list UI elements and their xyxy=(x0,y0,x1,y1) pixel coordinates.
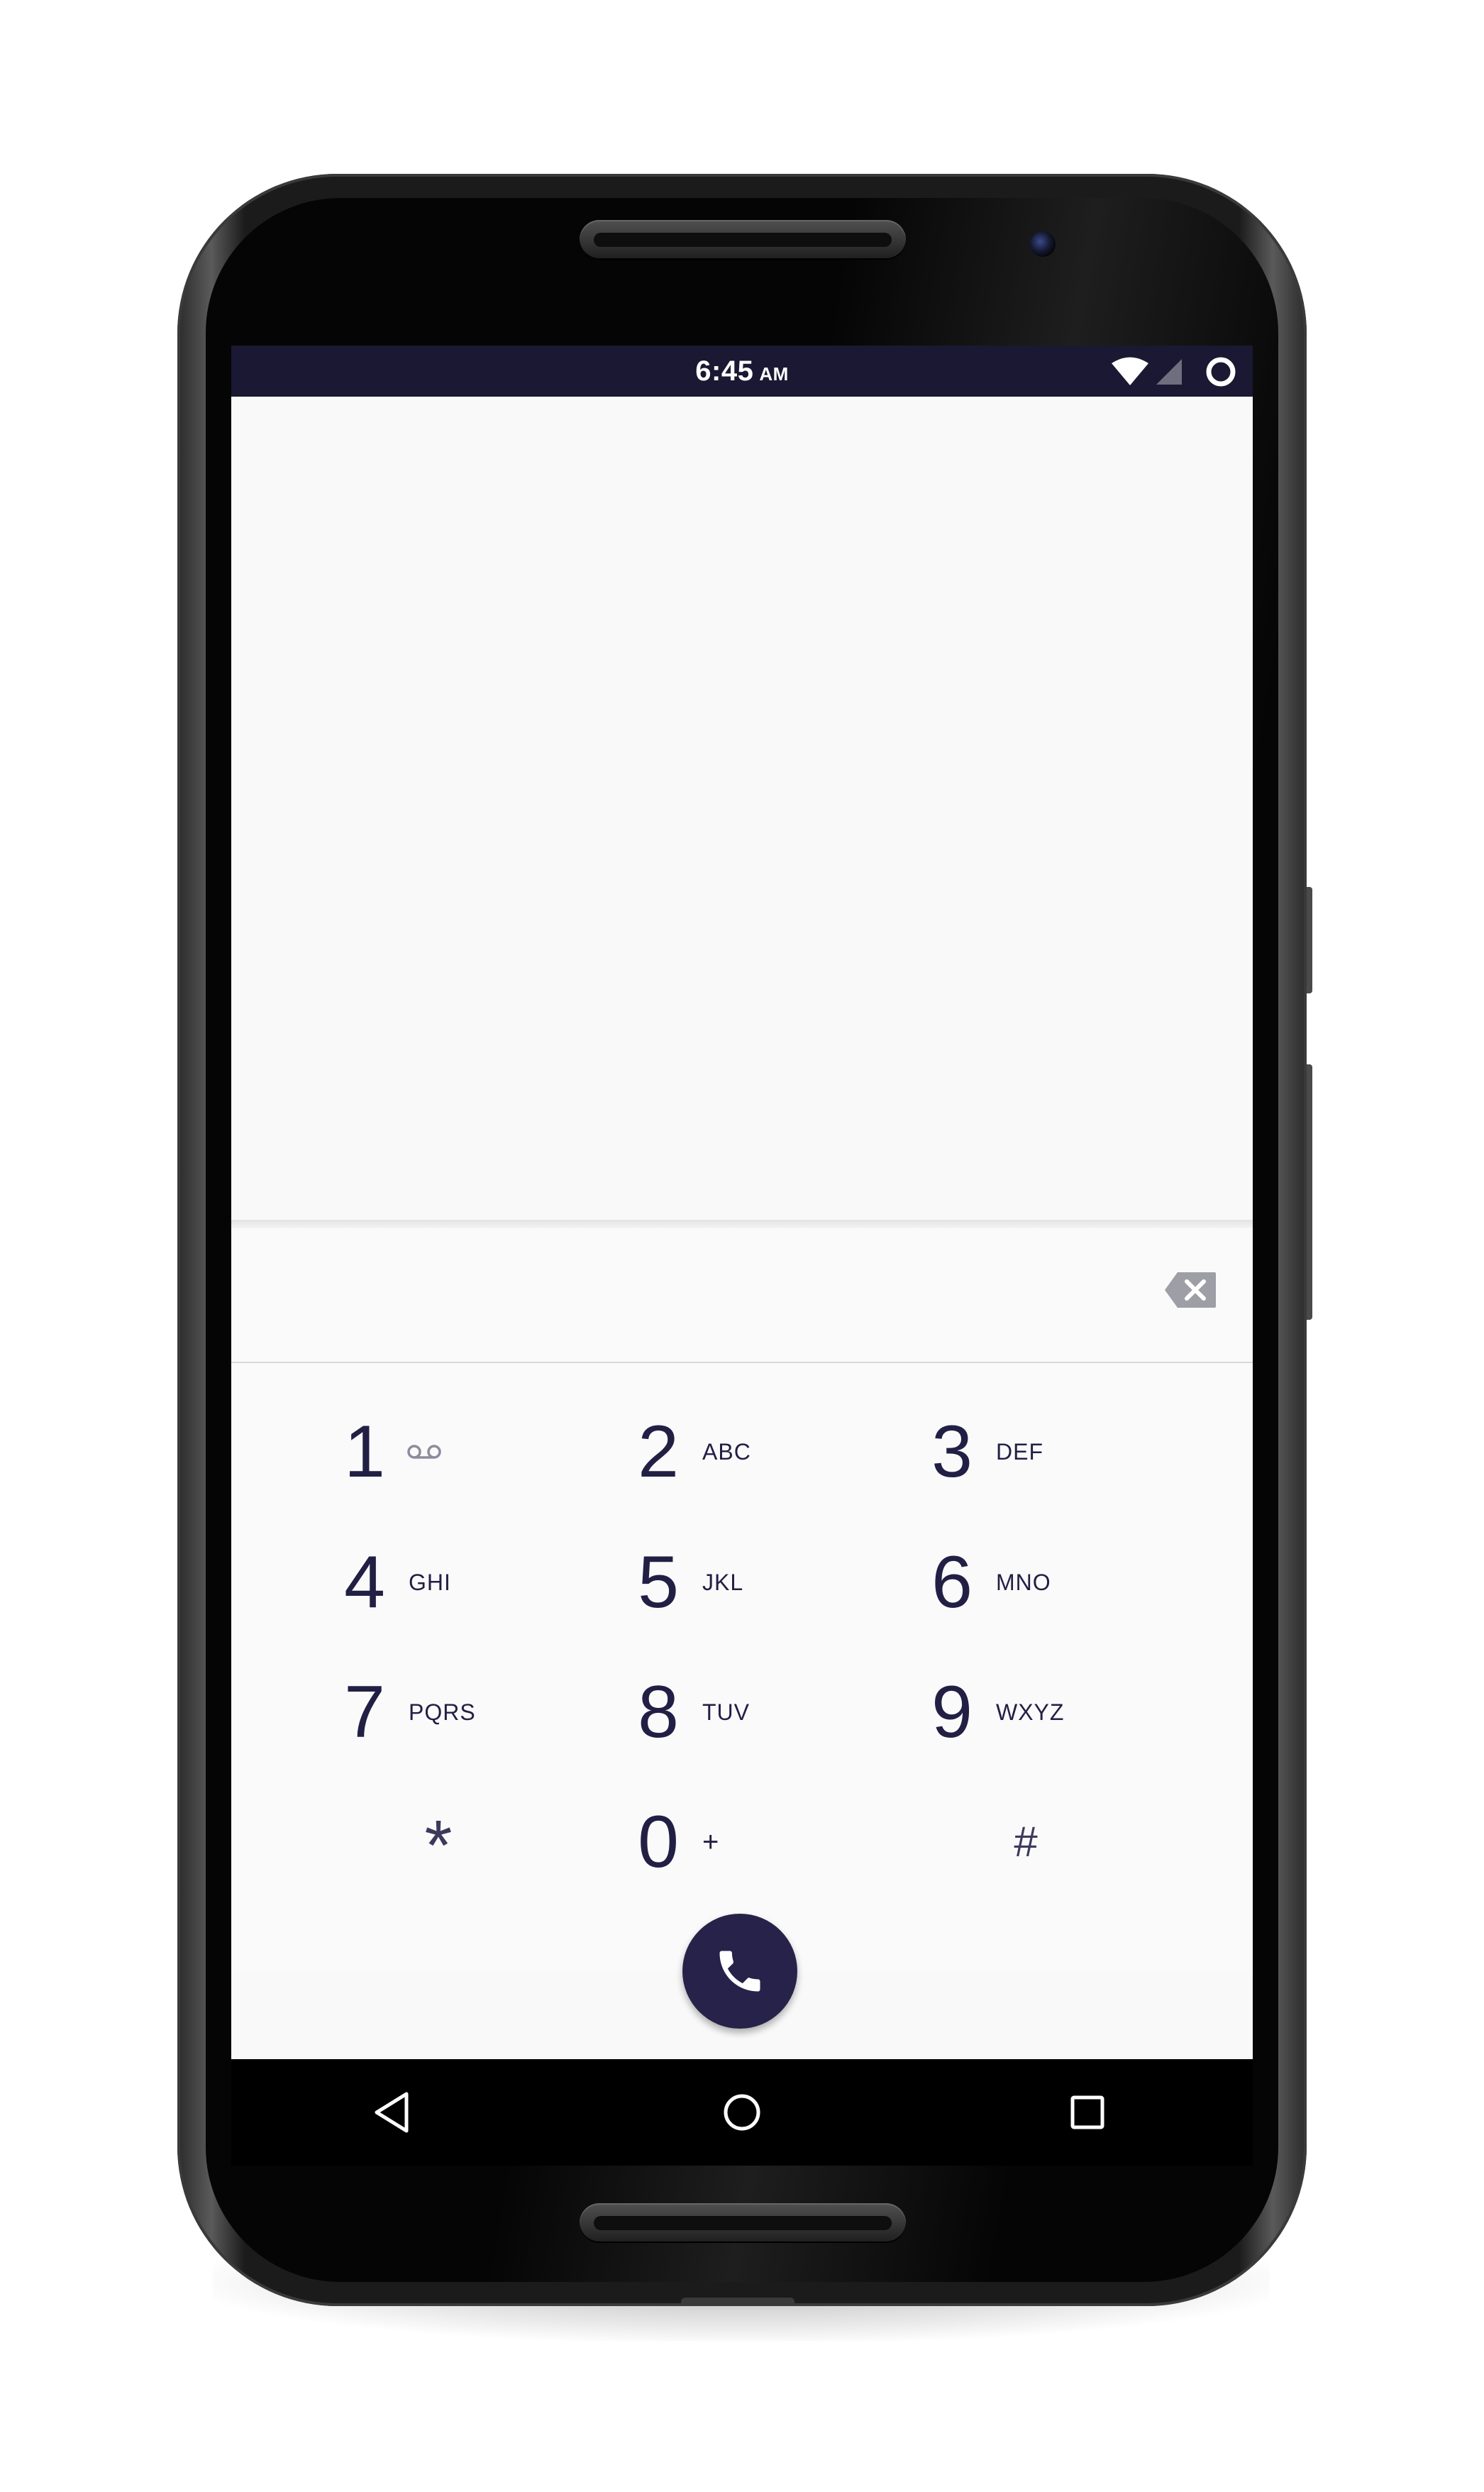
key-letters: GHI xyxy=(409,1569,451,1595)
dialpad-top-shadow xyxy=(231,1220,1253,1228)
key-digit: 9 xyxy=(931,1671,973,1753)
status-icons xyxy=(1111,354,1239,390)
battery-charging-icon xyxy=(1206,357,1236,387)
bottom-speaker-grille xyxy=(580,2203,906,2243)
voicemail-icon xyxy=(407,1445,441,1459)
top-speaker-grille xyxy=(580,220,906,260)
dialpad: 1 2 ABC 3 DEF 4 GHI 5 JKL 6 MNO 7 PQRS 8… xyxy=(231,1363,1253,1973)
key-letters: PQRS xyxy=(409,1699,476,1725)
key-digit: 3 xyxy=(931,1411,973,1493)
backspace-icon[interactable] xyxy=(1163,1271,1217,1309)
screen: 6:45 AM 1 2 ABC 3 DEF 4 GHI 5 JKL 6 MNO … xyxy=(231,346,1253,2059)
dialpad-key-1[interactable]: 1 xyxy=(336,1391,634,1512)
key-letters: DEF xyxy=(996,1438,1043,1465)
key-digit: 7 xyxy=(344,1671,385,1753)
key-letters: ABC xyxy=(702,1438,751,1465)
key-digit: 0 xyxy=(638,1801,679,1883)
dialpad-key-5[interactable]: 5 JKL xyxy=(630,1522,928,1643)
clock-ampm: AM xyxy=(759,363,789,385)
key-letters: WXYZ xyxy=(996,1699,1065,1725)
digits-row xyxy=(231,1228,1253,1363)
recents-button[interactable] xyxy=(1056,2080,1119,2144)
digits-field[interactable] xyxy=(260,1257,1114,1329)
key-digit: 5 xyxy=(638,1541,679,1623)
key-letters: MNO xyxy=(996,1569,1051,1595)
key-digit: 4 xyxy=(344,1541,385,1623)
clock-time: 6:45 xyxy=(695,355,754,387)
status-clock: 6:45 AM xyxy=(231,355,1253,387)
key-letters: + xyxy=(702,1826,720,1858)
dialpad-key-2[interactable]: 2 ABC xyxy=(630,1391,928,1512)
key-digit: * xyxy=(424,1806,453,1885)
home-icon xyxy=(724,2094,760,2131)
dialpad-key-8[interactable]: 8 TUV xyxy=(630,1652,928,1772)
front-camera xyxy=(1030,231,1056,257)
phone-icon xyxy=(719,1951,760,1992)
dialpad-key-4[interactable]: 4 GHI xyxy=(336,1522,634,1643)
cellular-signal-icon xyxy=(1156,359,1182,385)
dialpad-key-3[interactable]: 3 DEF xyxy=(924,1391,1222,1512)
call-button[interactable] xyxy=(682,1914,797,2029)
back-button[interactable] xyxy=(359,2080,423,2144)
key-digit: 1 xyxy=(344,1411,385,1493)
usb-port xyxy=(681,2298,794,2306)
back-icon xyxy=(375,2092,409,2133)
key-digit: 6 xyxy=(931,1541,973,1623)
dialpad-key-6[interactable]: 6 MNO xyxy=(924,1522,1222,1643)
dialer-content-area xyxy=(231,397,1253,1220)
status-bar: 6:45 AM xyxy=(231,346,1253,397)
key-digit: # xyxy=(1014,1818,1038,1865)
key-letters: JKL xyxy=(702,1569,744,1595)
key-digit: 2 xyxy=(638,1411,679,1493)
key-digit: 8 xyxy=(638,1671,679,1753)
dialpad-key-pound[interactable]: # xyxy=(997,1782,1253,1902)
key-letters: TUV xyxy=(702,1699,750,1725)
home-button[interactable] xyxy=(710,2080,774,2144)
dialpad-key-9[interactable]: 9 WXYZ xyxy=(924,1652,1222,1772)
dialpad-key-7[interactable]: 7 PQRS xyxy=(336,1652,634,1772)
recents-icon xyxy=(1070,2095,1104,2129)
wifi-icon xyxy=(1112,357,1148,385)
navigation-bar xyxy=(231,2059,1253,2166)
dialpad-key-0[interactable]: 0 + xyxy=(630,1782,928,1902)
